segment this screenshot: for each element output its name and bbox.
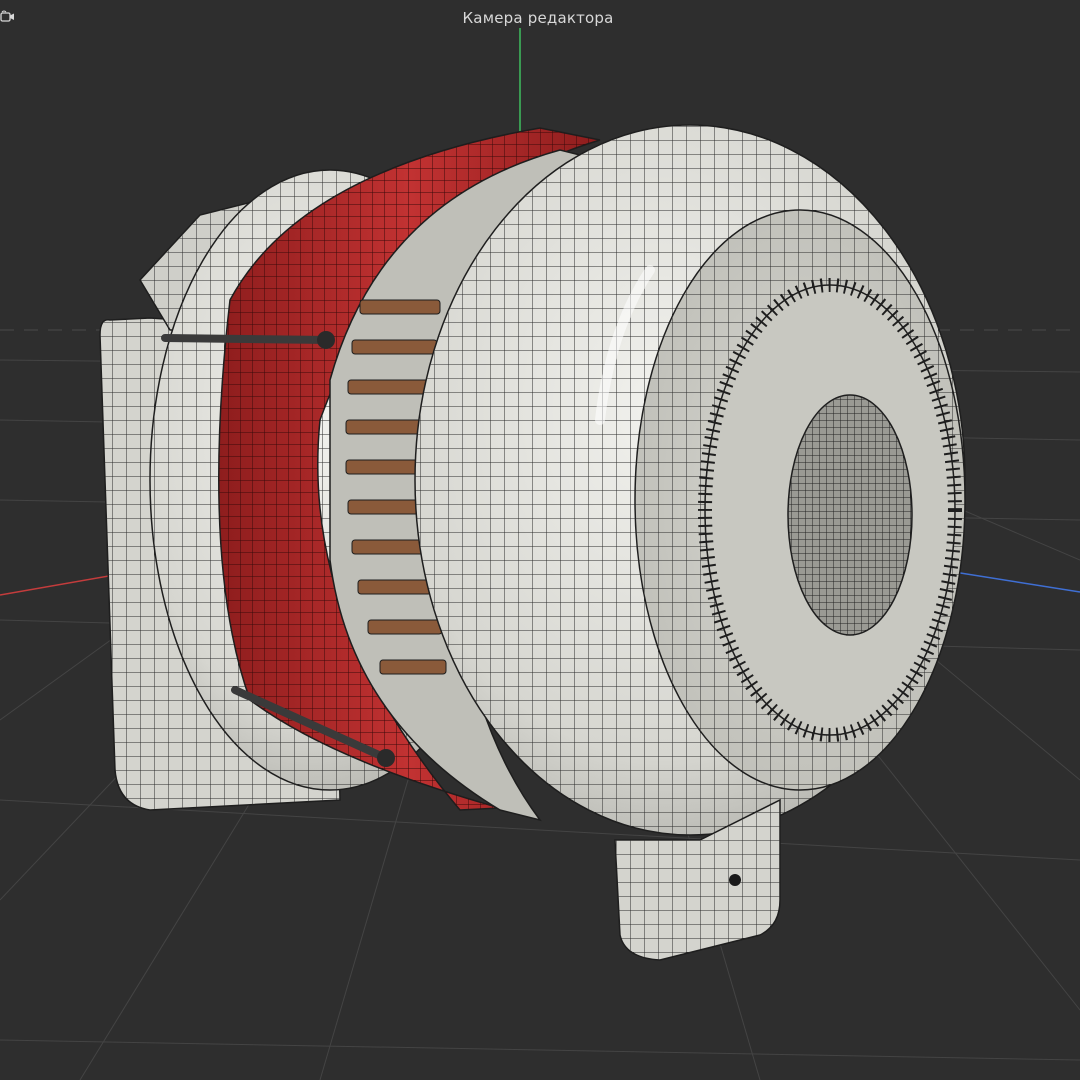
3d-viewport[interactable]: Камера редактора	[0, 0, 1080, 1080]
editor-camera-label[interactable]: Камера редактора	[0, 9, 1080, 27]
viewport-canvas[interactable]	[0, 0, 1080, 1080]
camera-label-text: Камера редактора	[462, 9, 614, 27]
generator-model[interactable]	[99, 124, 966, 961]
